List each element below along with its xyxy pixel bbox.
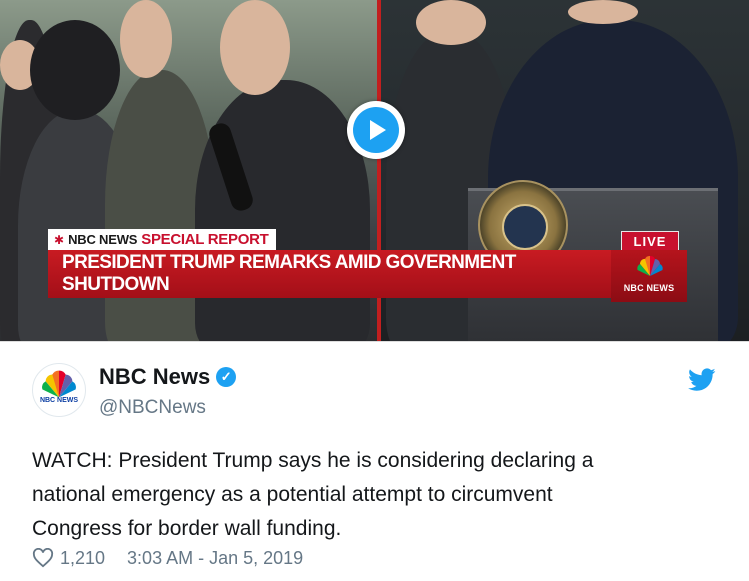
person-silhouette (195, 80, 370, 341)
special-report-label: SPECIAL REPORT (141, 231, 269, 248)
tweet-text: WATCH: President Trump says he is consid… (32, 444, 712, 546)
play-button[interactable] (347, 101, 405, 159)
tweet-text-line: Congress for border wall funding. (32, 517, 342, 540)
user-handle[interactable]: @NBCNews (99, 397, 206, 419)
avatar[interactable]: NBC NEWS (32, 363, 86, 417)
network-bug: NBC NEWS (611, 250, 687, 302)
news-headline: PRESIDENT TRUMP REMARKS AMID GOVERNMENT … (62, 252, 516, 295)
video-player[interactable]: ✱ NBC NEWS SPECIAL REPORT PRESIDENT TRUM… (0, 0, 749, 342)
peacock-logo-icon (637, 255, 663, 276)
heart-icon[interactable] (32, 548, 54, 568)
twitter-bird-icon[interactable] (688, 368, 716, 392)
person-head (416, 0, 486, 45)
person-head (220, 0, 290, 95)
avatar-label: NBC NEWS (39, 397, 79, 404)
tweet-timestamp[interactable]: 3:03 AM - Jan 5, 2019 (127, 548, 303, 569)
display-name-text: NBC News (99, 364, 211, 389)
tweet-text-line: national emergency as a potential attemp… (32, 483, 553, 506)
tweet-text-line: WATCH: President Trump says he is consid… (32, 449, 594, 472)
network-bug-text: NBC NEWS (623, 283, 675, 293)
special-report-tag: ✱ NBC NEWS SPECIAL REPORT (48, 229, 277, 250)
peacock-logo-icon (42, 370, 76, 398)
play-icon (370, 120, 386, 140)
person-head (120, 0, 172, 78)
verified-badge-icon: ✓ (216, 367, 237, 387)
news-headline-bar: PRESIDENT TRUMP REMARKS AMID GOVERNMENT … (48, 250, 611, 298)
tweet-meta: 1,210 3:03 AM - Jan 5, 2019 (32, 546, 303, 570)
display-name[interactable]: NBC News ✓ (99, 364, 237, 390)
beanie-head (30, 20, 120, 120)
person-head (568, 0, 638, 24)
like-count[interactable]: 1,210 (60, 548, 105, 569)
special-report-network: NBC NEWS (68, 232, 138, 247)
live-badge: LIVE (621, 231, 679, 252)
peacock-icon: ✱ (54, 232, 65, 247)
